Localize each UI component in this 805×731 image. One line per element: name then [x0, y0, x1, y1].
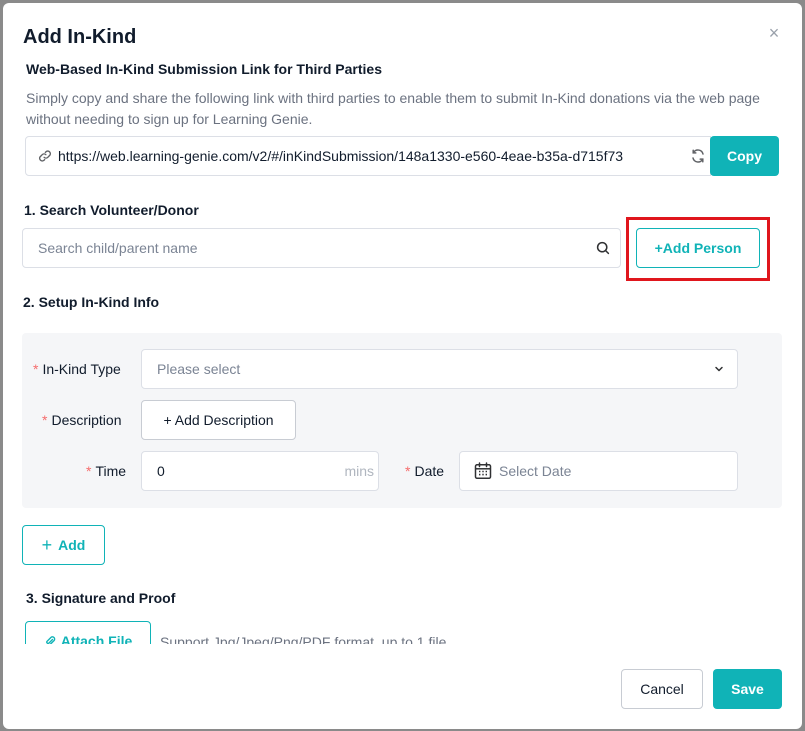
attach-file-button[interactable]: Attach File: [25, 621, 151, 644]
add-person-button[interactable]: +Add Person: [636, 228, 760, 268]
date-picker[interactable]: Select Date: [459, 451, 738, 491]
refresh-icon[interactable]: [689, 147, 707, 165]
section-title-search: 1. Search Volunteer/Donor: [24, 202, 199, 218]
time-value: 0: [157, 463, 165, 479]
in-kind-type-select[interactable]: Please select: [141, 349, 738, 389]
section-title-setup: 2. Setup In-Kind Info: [23, 294, 160, 310]
add-button-label: Add: [58, 537, 86, 553]
chevron-down-icon: [713, 363, 725, 375]
in-kind-type-placeholder: Please select: [157, 361, 241, 377]
add-button[interactable]: + Add: [22, 525, 105, 565]
time-unit: mins: [344, 463, 374, 479]
in-kind-type-label: * In-Kind Type: [33, 361, 121, 377]
required-mark: *: [405, 463, 411, 479]
add-in-kind-dialog: Add In-Kind × Web-Based In-Kind Submissi…: [3, 3, 802, 729]
close-icon[interactable]: ×: [766, 24, 782, 42]
date-label: * Date: [405, 463, 445, 479]
file-support-text: Support Jpg/Jpeg/Png/PDF format, up to 1…: [160, 634, 447, 644]
paperclip-icon: [44, 635, 56, 644]
save-button[interactable]: Save: [713, 669, 782, 709]
calendar-icon: [473, 461, 493, 481]
required-mark: *: [42, 412, 48, 428]
description-label: * Description: [42, 412, 122, 428]
submission-link-url: https://web.learning-genie.com/v2/#/inKi…: [58, 148, 624, 164]
signature-scroll-area: Attach File Support Jpg/Jpeg/Png/PDF for…: [3, 613, 802, 644]
plus-icon: +: [41, 534, 53, 555]
search-input[interactable]: [38, 240, 578, 256]
link-icon: [38, 149, 52, 163]
time-input[interactable]: 0 mins: [141, 451, 379, 491]
date-placeholder: Select Date: [499, 463, 572, 479]
search-icon[interactable]: [596, 241, 610, 255]
cancel-button[interactable]: Cancel: [621, 669, 703, 709]
submission-link-field[interactable]: https://web.learning-genie.com/v2/#/inKi…: [25, 136, 711, 176]
section-title-signature: 3. Signature and Proof: [26, 590, 176, 606]
copy-button[interactable]: Copy: [710, 136, 779, 176]
link-section-description: Simply copy and share the following link…: [26, 90, 760, 127]
required-mark: *: [33, 361, 39, 377]
required-mark: *: [86, 463, 92, 479]
search-field: [22, 228, 621, 268]
link-section-title: Web-Based In-Kind Submission Link for Th…: [26, 61, 383, 77]
dialog-title: Add In-Kind: [23, 26, 137, 48]
attach-file-label: Attach File: [60, 633, 133, 644]
time-label: * Time: [86, 463, 127, 479]
add-description-button[interactable]: + Add Description: [141, 400, 296, 440]
